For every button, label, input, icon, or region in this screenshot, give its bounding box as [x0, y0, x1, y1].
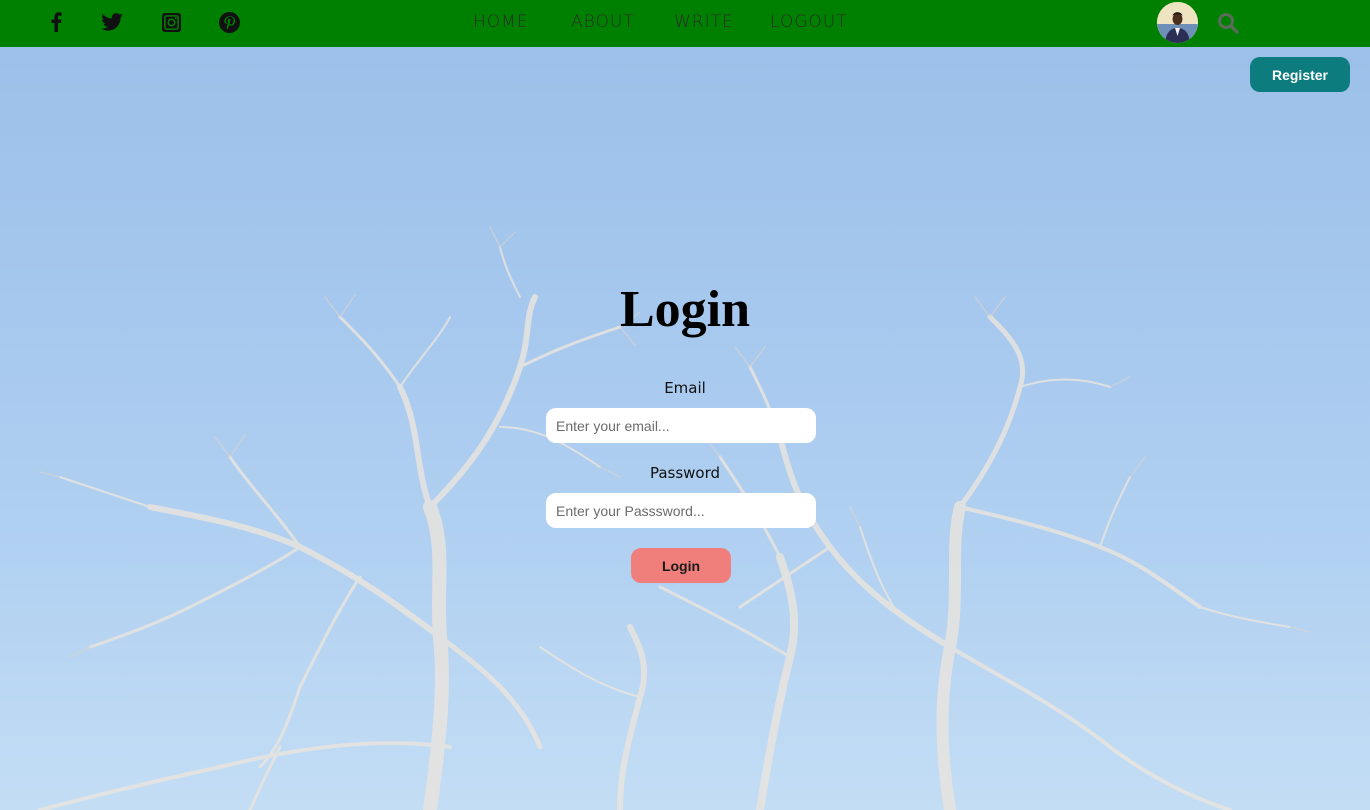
password-field[interactable] [546, 493, 816, 528]
nav-write[interactable]: WRITE [674, 12, 734, 32]
search-icon[interactable] [1216, 11, 1240, 35]
login-title: Login [619, 281, 751, 338]
facebook-icon[interactable] [44, 10, 68, 34]
email-label: Email [664, 379, 706, 397]
pinterest-icon[interactable] [217, 10, 241, 34]
instagram-icon[interactable] [159, 10, 183, 34]
password-label: Password [649, 464, 721, 482]
nav-about[interactable]: ABOUT [571, 12, 635, 32]
user-avatar[interactable] [1157, 2, 1198, 43]
login-button[interactable]: Login [631, 548, 731, 583]
twitter-icon[interactable] [100, 10, 124, 34]
register-button[interactable]: Register [1250, 57, 1350, 92]
nav-logout[interactable]: LOGOUT [770, 12, 848, 32]
email-field[interactable] [546, 408, 816, 443]
top-navbar: HOME ABOUT WRITE LOGOUT [0, 0, 1370, 47]
nav-home[interactable]: HOME [473, 12, 529, 32]
